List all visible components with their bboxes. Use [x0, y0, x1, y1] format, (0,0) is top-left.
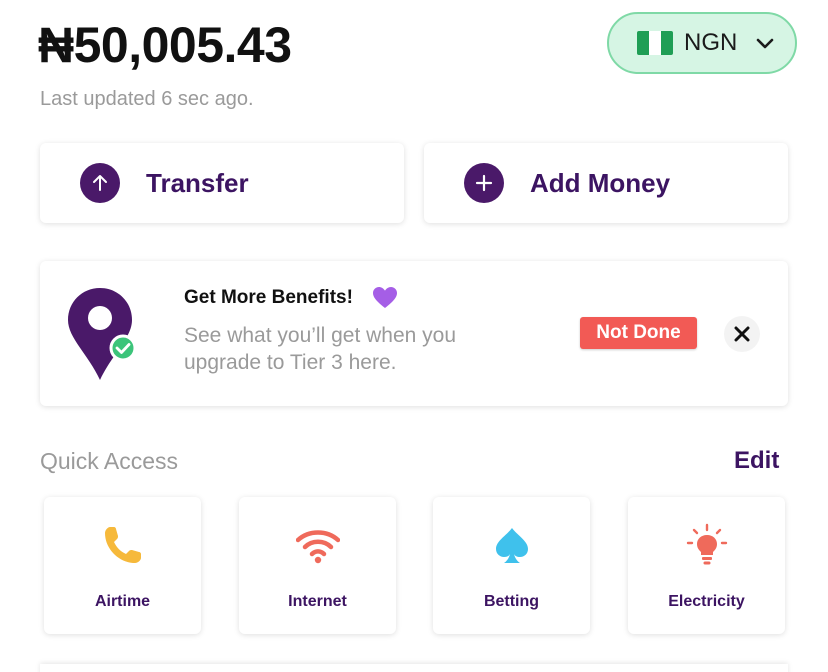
banner-description: See what you’ll get when you upgrade to … — [184, 324, 457, 374]
purple-heart-icon — [373, 287, 397, 308]
quick-access-airtime[interactable]: Airtime — [44, 497, 201, 634]
edit-button[interactable]: Edit — [734, 447, 779, 475]
quick-access-title: Quick Access — [40, 448, 179, 474]
last-updated-text: Last updated 6 sec ago. — [40, 88, 254, 110]
betting-label: Betting — [483, 593, 540, 610]
plus-icon — [464, 163, 504, 203]
chevron-down-icon — [757, 38, 774, 49]
status-badge: Not Done — [580, 317, 697, 349]
arrow-up-icon — [80, 163, 120, 203]
quick-access-electricity[interactable]: Electricity — [628, 497, 785, 634]
internet-label: Internet — [288, 593, 347, 610]
electricity-label: Electricity — [668, 593, 745, 610]
close-icon — [734, 326, 750, 342]
nigeria-flag-icon — [637, 31, 673, 55]
lightbulb-icon — [686, 523, 727, 565]
close-button[interactable] — [724, 316, 760, 352]
quick-access-betting[interactable]: Betting — [433, 497, 590, 634]
transfer-button[interactable]: Transfer — [40, 143, 404, 223]
next-section-card — [40, 664, 788, 672]
transfer-label: Transfer — [146, 167, 249, 198]
currency-code: NGN — [684, 29, 738, 56]
currency-selector[interactable]: NGN — [607, 12, 797, 74]
quick-access-internet[interactable]: Internet — [239, 497, 396, 634]
add-money-button[interactable]: Add Money — [424, 143, 788, 223]
add-money-label: Add Money — [530, 167, 671, 198]
banner-title: Get More Benefits! — [184, 287, 353, 308]
wifi-icon — [295, 530, 340, 564]
wallet-balance: ₦50,005.43 — [38, 17, 292, 73]
spade-icon — [495, 528, 528, 563]
phone-icon — [104, 527, 141, 563]
airtime-label: Airtime — [94, 593, 151, 610]
location-pin-icon — [68, 288, 137, 380]
